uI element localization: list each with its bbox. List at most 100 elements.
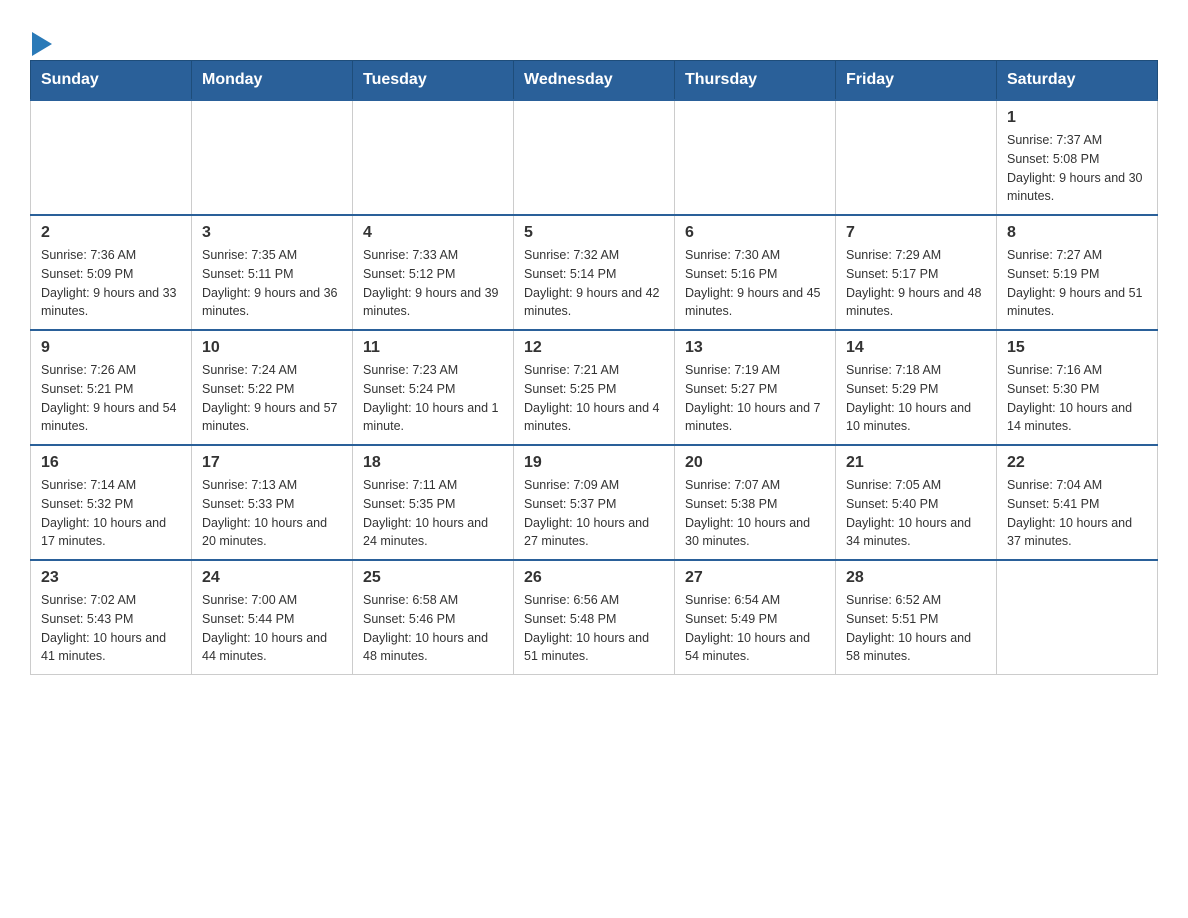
day-info: Sunset: 5:46 PM: [363, 610, 503, 629]
day-info: Daylight: 10 hours and 24 minutes.: [363, 514, 503, 552]
day-number: 3: [202, 224, 342, 242]
day-info: Sunset: 5:37 PM: [524, 495, 664, 514]
calendar-day: [997, 560, 1158, 675]
day-number: 1: [1007, 109, 1147, 127]
day-info: Daylight: 9 hours and 51 minutes.: [1007, 284, 1147, 322]
calendar-header-friday: Friday: [836, 61, 997, 101]
day-info: Daylight: 9 hours and 57 minutes.: [202, 399, 342, 437]
day-info: Daylight: 10 hours and 14 minutes.: [1007, 399, 1147, 437]
day-info: Sunrise: 7:37 AM: [1007, 131, 1147, 150]
calendar-week-5: 23Sunrise: 7:02 AMSunset: 5:43 PMDayligh…: [31, 560, 1158, 675]
day-info: Sunrise: 7:00 AM: [202, 591, 342, 610]
day-number: 7: [846, 224, 986, 242]
day-number: 5: [524, 224, 664, 242]
day-info: Daylight: 9 hours and 33 minutes.: [41, 284, 181, 322]
calendar-week-2: 2Sunrise: 7:36 AMSunset: 5:09 PMDaylight…: [31, 215, 1158, 330]
calendar-day: [836, 100, 997, 215]
day-info: Sunset: 5:09 PM: [41, 265, 181, 284]
calendar-day: 25 Sunrise: 6:58 AMSunset: 5:46 PMDayligh…: [353, 560, 514, 675]
day-number: 21: [846, 454, 986, 472]
calendar-day: 21 Sunrise: 7:05 AMSunset: 5:40 PMDayligh…: [836, 445, 997, 560]
day-info: Sunrise: 6:52 AM: [846, 591, 986, 610]
calendar-header-sunday: Sunday: [31, 61, 192, 101]
day-info: Sunrise: 7:09 AM: [524, 476, 664, 495]
day-info: Daylight: 10 hours and 17 minutes.: [41, 514, 181, 552]
day-number: 9: [41, 339, 181, 357]
calendar-header-saturday: Saturday: [997, 61, 1158, 101]
calendar-header-thursday: Thursday: [675, 61, 836, 101]
day-number: 2: [41, 224, 181, 242]
day-number: 22: [1007, 454, 1147, 472]
day-info: Sunrise: 7:07 AM: [685, 476, 825, 495]
day-info: Sunrise: 7:19 AM: [685, 361, 825, 380]
day-number: 14: [846, 339, 986, 357]
calendar-week-3: 9Sunrise: 7:26 AMSunset: 5:21 PMDaylight…: [31, 330, 1158, 445]
day-info: Sunset: 5:51 PM: [846, 610, 986, 629]
day-info: Daylight: 9 hours and 39 minutes.: [363, 284, 503, 322]
calendar-day: 16Sunrise: 7:14 AMSunset: 5:32 PMDayligh…: [31, 445, 192, 560]
day-info: Sunrise: 7:16 AM: [1007, 361, 1147, 380]
day-info: Daylight: 10 hours and 44 minutes.: [202, 629, 342, 667]
calendar-day: 20Sunrise: 7:07 AMSunset: 5:38 PMDayligh…: [675, 445, 836, 560]
day-info: Sunset: 5:43 PM: [41, 610, 181, 629]
day-info: Daylight: 10 hours and 34 minutes.: [846, 514, 986, 552]
calendar-day: 28 Sunrise: 6:52 AMSunset: 5:51 PMDayligh…: [836, 560, 997, 675]
calendar-day: 7Sunrise: 7:29 AMSunset: 5:17 PMDaylight…: [836, 215, 997, 330]
day-info: Daylight: 10 hours and 37 minutes.: [1007, 514, 1147, 552]
calendar-table: SundayMondayTuesdayWednesdayThursdayFrid…: [30, 60, 1158, 675]
day-number: 25: [363, 569, 503, 587]
day-info: Sunset: 5:22 PM: [202, 380, 342, 399]
day-info: Daylight: 10 hours and 48 minutes.: [363, 629, 503, 667]
day-info: Sunset: 5:41 PM: [1007, 495, 1147, 514]
calendar-day: 23Sunrise: 7:02 AMSunset: 5:43 PMDayligh…: [31, 560, 192, 675]
day-info: Sunrise: 7:30 AM: [685, 246, 825, 265]
calendar-header-row: SundayMondayTuesdayWednesdayThursdayFrid…: [31, 61, 1158, 101]
logo-arrow-icon: [32, 30, 54, 58]
day-info: Daylight: 10 hours and 51 minutes.: [524, 629, 664, 667]
calendar-day: [353, 100, 514, 215]
day-info: Sunrise: 7:02 AM: [41, 591, 181, 610]
calendar-day: 22Sunrise: 7:04 AMSunset: 5:41 PMDayligh…: [997, 445, 1158, 560]
day-info: Sunset: 5:33 PM: [202, 495, 342, 514]
calendar-day: 26Sunrise: 6:56 AMSunset: 5:48 PMDayligh…: [514, 560, 675, 675]
day-info: Sunrise: 7:14 AM: [41, 476, 181, 495]
day-info: Sunset: 5:30 PM: [1007, 380, 1147, 399]
day-info: Daylight: 10 hours and 7 minutes.: [685, 399, 825, 437]
day-info: Sunrise: 6:54 AM: [685, 591, 825, 610]
calendar-day: [514, 100, 675, 215]
day-info: Daylight: 9 hours and 42 minutes.: [524, 284, 664, 322]
day-info: Sunset: 5:48 PM: [524, 610, 664, 629]
day-info: Sunset: 5:16 PM: [685, 265, 825, 284]
day-info: Daylight: 10 hours and 54 minutes.: [685, 629, 825, 667]
day-number: 8: [1007, 224, 1147, 242]
day-info: Sunset: 5:49 PM: [685, 610, 825, 629]
calendar-day: 17Sunrise: 7:13 AMSunset: 5:33 PMDayligh…: [192, 445, 353, 560]
day-info: Sunset: 5:40 PM: [846, 495, 986, 514]
day-info: Sunrise: 7:21 AM: [524, 361, 664, 380]
day-info: Sunrise: 6:58 AM: [363, 591, 503, 610]
day-info: Sunset: 5:14 PM: [524, 265, 664, 284]
day-info: Sunrise: 7:36 AM: [41, 246, 181, 265]
day-info: Daylight: 9 hours and 48 minutes.: [846, 284, 986, 322]
calendar-day: 1Sunrise: 7:37 AMSunset: 5:08 PMDaylight…: [997, 100, 1158, 215]
day-info: Daylight: 9 hours and 45 minutes.: [685, 284, 825, 322]
day-info: Sunrise: 7:05 AM: [846, 476, 986, 495]
calendar-day: 13 Sunrise: 7:19 AMSunset: 5:27 PMDayligh…: [675, 330, 836, 445]
page-header: [30, 20, 1158, 50]
day-number: 24: [202, 569, 342, 587]
day-info: Sunset: 5:25 PM: [524, 380, 664, 399]
day-info: Sunrise: 6:56 AM: [524, 591, 664, 610]
day-number: 13: [685, 339, 825, 357]
day-info: Daylight: 10 hours and 58 minutes.: [846, 629, 986, 667]
day-number: 15: [1007, 339, 1147, 357]
day-number: 4: [363, 224, 503, 242]
day-number: 19: [524, 454, 664, 472]
day-number: 10: [202, 339, 342, 357]
calendar-day: 5Sunrise: 7:32 AMSunset: 5:14 PMDaylight…: [514, 215, 675, 330]
day-number: 28: [846, 569, 986, 587]
day-info: Daylight: 9 hours and 54 minutes.: [41, 399, 181, 437]
calendar-day: 14Sunrise: 7:18 AMSunset: 5:29 PMDayligh…: [836, 330, 997, 445]
logo: [30, 30, 54, 50]
day-info: Sunset: 5:27 PM: [685, 380, 825, 399]
day-info: Sunrise: 7:33 AM: [363, 246, 503, 265]
